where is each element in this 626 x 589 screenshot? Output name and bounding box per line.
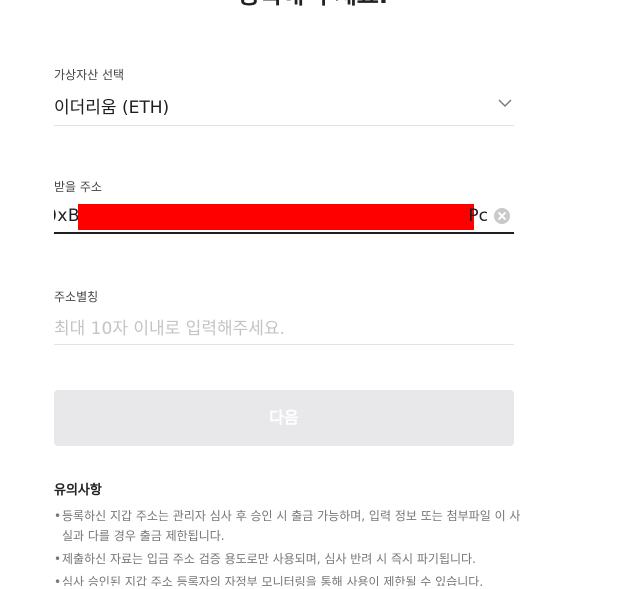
- address-input[interactable]: 0xB Pc: [54, 204, 488, 230]
- notice-item: 등록하신 지갑 주소는 관리자 심사 후 승인 시 출금 가능하며, 입력 정보…: [54, 506, 524, 546]
- asset-select[interactable]: 가상자산 선택 이더리움 (ETH): [54, 66, 514, 128]
- clear-icon[interactable]: [494, 208, 510, 224]
- notice-item: 제출하신 자료는 입금 주소 검증 용도로만 사용되며, 심사 반려 시 즉시 …: [54, 549, 524, 569]
- asset-select-underline: [54, 125, 514, 126]
- alias-field-underline: [54, 344, 514, 345]
- redaction-bar: [78, 204, 474, 230]
- address-field-underline: [54, 232, 514, 234]
- address-value-end: Pc: [468, 206, 488, 226]
- page-heading: 등록해 주세요.: [0, 0, 626, 10]
- address-field[interactable]: 받을 주소 0xB Pc: [54, 178, 514, 238]
- asset-select-value[interactable]: 이더리움 (ETH): [54, 93, 169, 118]
- notice-title: 유의사항: [54, 483, 102, 498]
- alias-field[interactable]: 주소별칭 최대 10자 이내로 입력해주세요.: [54, 288, 514, 348]
- asset-select-label: 가상자산 선택: [54, 68, 125, 82]
- next-button[interactable]: 다음: [54, 390, 514, 446]
- notice-item: 심사 승인된 지갑 주소 등록자의 자정부 모니터링을 통해 사용이 제한될 수…: [54, 572, 524, 586]
- chevron-down-icon[interactable]: [498, 96, 512, 110]
- alias-input[interactable]: 최대 10자 이내로 입력해주세요.: [54, 314, 285, 339]
- address-value-start: 0xB: [54, 206, 81, 226]
- address-field-label: 받을 주소: [54, 180, 102, 194]
- notice-section: 유의사항 등록하신 지갑 주소는 관리자 심사 후 승인 시 출금 가능하며, …: [54, 479, 524, 589]
- alias-field-label: 주소별칭: [54, 290, 99, 304]
